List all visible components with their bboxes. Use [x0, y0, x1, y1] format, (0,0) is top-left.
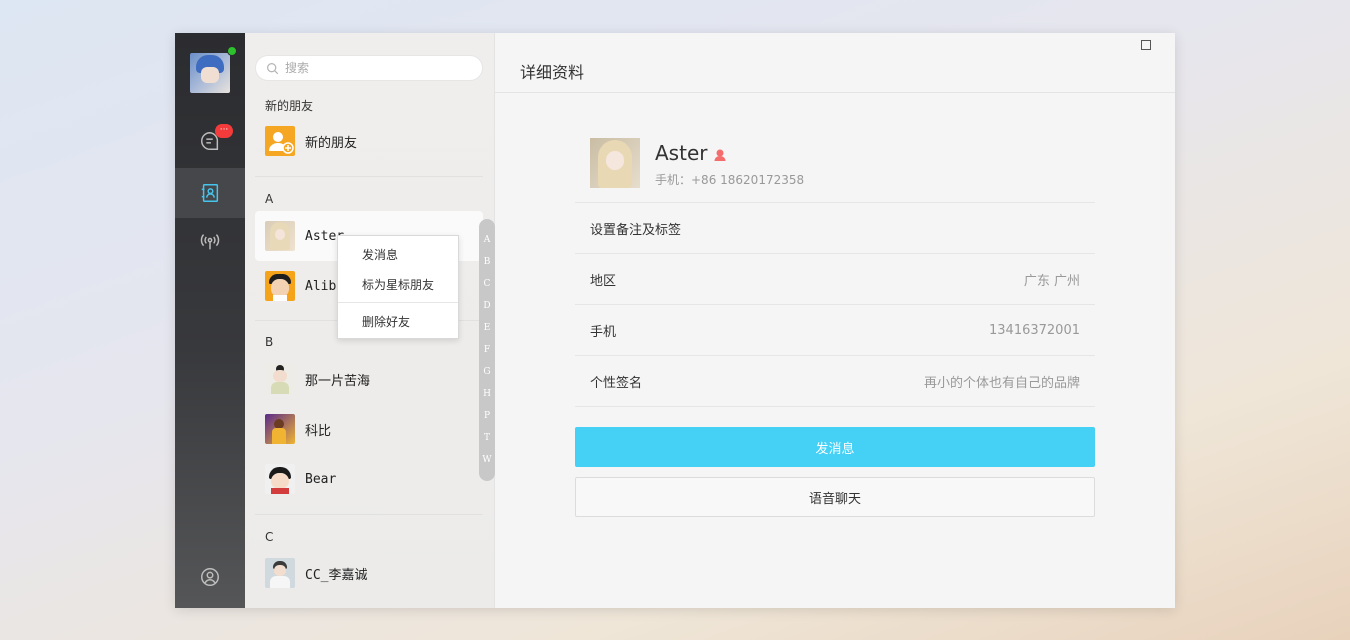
search-box[interactable]: [255, 55, 483, 81]
section-label-c: C: [265, 530, 274, 544]
maximize-icon[interactable]: [1141, 40, 1151, 50]
divider: [255, 514, 483, 515]
side-nav: ···: [175, 33, 245, 608]
menu-separator: [338, 302, 458, 303]
voice-chat-button[interactable]: 语音聊天: [575, 477, 1095, 517]
contact-avatar: [265, 364, 295, 394]
menu-item-star-friend[interactable]: 标为星标朋友: [362, 276, 434, 293]
row-value: 13416372001: [989, 322, 1080, 338]
alpha-index-g[interactable]: G: [483, 361, 490, 383]
alpha-index-a[interactable]: A: [484, 229, 491, 251]
row-label: 个性签名: [590, 375, 643, 391]
alpha-index-w[interactable]: W: [482, 449, 491, 471]
phone-row: 手机 13416372001: [575, 304, 1095, 355]
context-menu: 发消息 标为星标朋友 删除好友: [337, 235, 459, 339]
list-item-bear[interactable]: Bear: [255, 454, 483, 504]
contact-avatar: [265, 221, 295, 251]
section-label-new-friends: 新的朋友: [265, 99, 314, 113]
nav-item-profile[interactable]: [175, 552, 245, 602]
region-row: 地区 广东 广州: [575, 253, 1095, 304]
search-icon: [267, 62, 279, 74]
list-item-contact[interactable]: 科比: [255, 404, 483, 454]
divider: [255, 176, 483, 177]
alpha-index-f[interactable]: F: [484, 339, 490, 361]
alpha-index-h[interactable]: H: [483, 383, 491, 405]
contact-avatar: [265, 464, 295, 494]
alpha-index-p[interactable]: P: [484, 405, 490, 427]
row-label: 手机: [590, 324, 617, 340]
contact-name: CC_李嘉诚: [305, 567, 368, 583]
online-status-dot: [227, 46, 237, 56]
row-value: 再小的个体也有自己的品牌: [923, 375, 1080, 391]
contact-avatar: [265, 271, 295, 301]
alpha-index-t[interactable]: T: [484, 427, 490, 449]
section-label-b: B: [265, 335, 274, 349]
contact-avatar: [265, 414, 295, 444]
alpha-index-e[interactable]: E: [484, 317, 491, 339]
alpha-index-c[interactable]: C: [484, 273, 491, 295]
contact-name: 新的朋友: [305, 135, 358, 151]
page-title: 详细资料: [520, 63, 585, 82]
contact-name: 科比: [305, 423, 332, 439]
list-item-contact[interactable]: CC_李嘉诚: [255, 548, 483, 598]
signature-row: 个性签名 再小的个体也有自己的品牌: [575, 355, 1095, 406]
broadcast-icon: [200, 234, 220, 250]
row-value: 广东 广州: [1023, 273, 1080, 289]
contact-name: Bear: [305, 471, 337, 487]
unread-badge: ···: [215, 124, 233, 138]
row-label: 地区: [590, 273, 617, 289]
menu-item-delete-friend[interactable]: 删除好友: [362, 313, 410, 330]
alpha-index-d[interactable]: D: [483, 295, 490, 317]
profile-phone: 手机：+86 18620172358: [655, 173, 805, 187]
list-item-new-friends[interactable]: 新的朋友: [255, 116, 483, 166]
set-remark-row[interactable]: 设置备注及标签: [575, 202, 1095, 253]
app-window: ··· 搜索 新的朋友 新的朋友 A Aster Aliba B 那一片苦海 科…: [175, 33, 1175, 608]
user-avatar[interactable]: [190, 53, 230, 93]
divider: [575, 406, 1095, 407]
nav-item-chat[interactable]: ···: [175, 116, 245, 166]
alphabet-index-bar[interactable]: A B C D E F G H P T W: [479, 219, 495, 481]
detail-header: 详细资料: [495, 33, 1175, 93]
contacts-icon: [201, 184, 219, 202]
nav-item-broadcast[interactable]: [175, 217, 245, 267]
new-friend-icon: [265, 126, 295, 156]
contact-detail-panel: 详细资料 Aster 手机：+86 18620172358 设置备注及标签 地区…: [495, 33, 1175, 608]
profile-icon: [201, 568, 219, 586]
alpha-index-b[interactable]: B: [484, 251, 491, 273]
section-label-a: A: [265, 192, 274, 206]
gender-female-icon: [714, 149, 726, 161]
row-label: 设置备注及标签: [590, 222, 682, 238]
contact-name: 那一片苦海: [305, 373, 371, 389]
send-message-button[interactable]: 发消息: [575, 427, 1095, 467]
contact-avatar: [265, 558, 295, 588]
profile-name: Aster: [655, 141, 708, 165]
menu-item-send-message[interactable]: 发消息: [362, 246, 398, 263]
search-input[interactable]: [285, 61, 465, 75]
list-item-contact[interactable]: 那一片苦海: [255, 354, 483, 404]
profile-avatar[interactable]: [590, 138, 640, 188]
nav-item-contacts[interactable]: [175, 168, 245, 218]
